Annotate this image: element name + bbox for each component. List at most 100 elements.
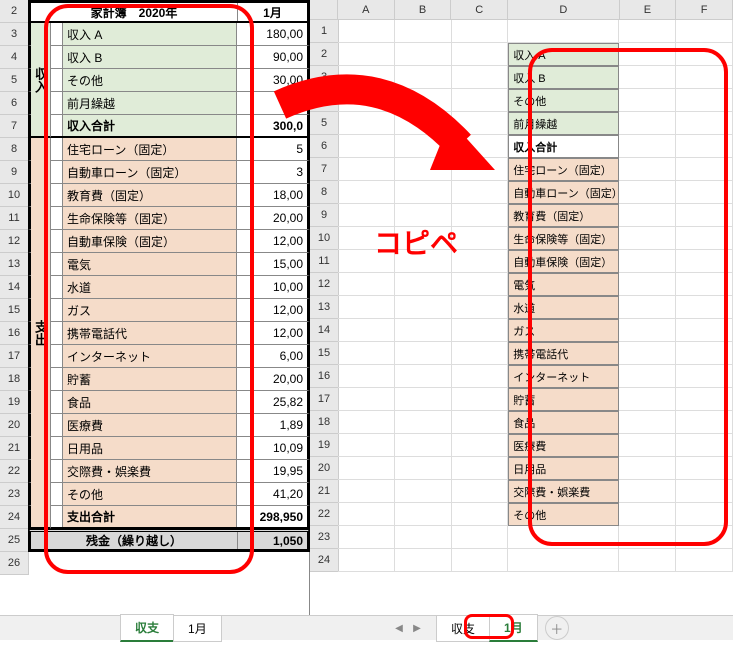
grid-cell[interactable] — [676, 480, 733, 503]
grid-cell[interactable] — [395, 135, 452, 158]
grid-cell[interactable] — [338, 342, 395, 365]
row-header[interactable]: 23 — [0, 483, 28, 506]
grid-cell[interactable] — [338, 319, 395, 342]
grid-cell[interactable] — [452, 296, 509, 319]
grid-cell[interactable] — [452, 20, 509, 43]
income-sum-value[interactable]: 300,0 — [237, 115, 307, 136]
grid-cell[interactable] — [676, 227, 733, 250]
grid-cell[interactable] — [508, 526, 619, 549]
row-header[interactable]: 11 — [310, 250, 338, 273]
row-header[interactable]: 16 — [310, 365, 338, 388]
grid-cell[interactable] — [395, 457, 452, 480]
grid-cell[interactable] — [619, 365, 676, 388]
grid-cell[interactable]: 自動車ローン（固定） — [508, 181, 619, 204]
expense-item-cell[interactable]: 自動車保険（固定） — [63, 230, 237, 252]
grid-cell[interactable]: その他 — [508, 503, 619, 526]
grid-cell[interactable] — [676, 319, 733, 342]
grid-cell[interactable] — [452, 480, 509, 503]
row-header[interactable]: 15 — [0, 299, 28, 322]
row-header[interactable]: 8 — [310, 181, 338, 204]
row-header[interactable]: 14 — [310, 319, 338, 342]
expense-value-cell[interactable]: 10,09 — [237, 437, 307, 459]
col-header[interactable]: A — [338, 0, 395, 19]
grid-cell[interactable] — [452, 89, 509, 112]
grid-cell[interactable] — [395, 66, 452, 89]
grid-cell[interactable] — [452, 549, 509, 572]
grid-cell[interactable] — [676, 388, 733, 411]
select-all-corner[interactable] — [310, 0, 338, 20]
grid-cell[interactable] — [676, 250, 733, 273]
grid-cell[interactable] — [676, 434, 733, 457]
expense-item-cell[interactable]: 貯蓄 — [63, 368, 237, 390]
row-header[interactable]: 9 — [310, 204, 338, 227]
grid-cell[interactable] — [619, 158, 676, 181]
grid-cell[interactable] — [619, 273, 676, 296]
expense-item-cell[interactable]: 水道 — [63, 276, 237, 298]
grid-cell[interactable] — [676, 503, 733, 526]
grid-cell[interactable] — [676, 158, 733, 181]
grid-cell[interactable] — [676, 135, 733, 158]
grid-cell[interactable] — [338, 526, 395, 549]
grid-cell[interactable] — [508, 549, 619, 572]
grid-cell[interactable]: 収入 A — [508, 43, 619, 66]
row-header[interactable]: 10 — [0, 184, 28, 207]
grid-cell[interactable] — [619, 434, 676, 457]
expense-item-cell[interactable]: 食品 — [63, 391, 237, 413]
grid-cell[interactable]: 生命保険等（固定） — [508, 227, 619, 250]
grid-cell[interactable] — [676, 273, 733, 296]
expense-value-cell[interactable]: 20,00 — [237, 368, 307, 390]
grid-cell[interactable] — [395, 365, 452, 388]
add-sheet-icon[interactable]: ＋ — [545, 616, 569, 640]
grid-cell[interactable]: 電気 — [508, 273, 619, 296]
row-header[interactable]: 10 — [310, 227, 338, 250]
grid-cell[interactable] — [338, 112, 395, 135]
grid-cell[interactable] — [338, 434, 395, 457]
grid-cell[interactable]: 収入 B — [508, 66, 619, 89]
grid-cell[interactable] — [619, 43, 676, 66]
expense-value-cell[interactable]: 12,00 — [237, 230, 307, 252]
expense-value-cell[interactable]: 18,00 — [237, 184, 307, 206]
grid-cell[interactable] — [619, 204, 676, 227]
grid-cell[interactable] — [338, 457, 395, 480]
row-header[interactable]: 18 — [310, 411, 338, 434]
row-header[interactable]: 26 — [0, 552, 28, 575]
expense-item-cell[interactable]: 医療費 — [63, 414, 237, 436]
grid-cell[interactable] — [619, 319, 676, 342]
row-header[interactable]: 20 — [0, 414, 28, 437]
grid-cell[interactable] — [395, 411, 452, 434]
grid-cell[interactable] — [452, 250, 509, 273]
expense-item-cell[interactable]: 生命保険等（固定） — [63, 207, 237, 229]
grid-cell[interactable]: 住宅ローン（固定） — [508, 158, 619, 181]
row-header[interactable]: 20 — [310, 457, 338, 480]
grid-cell[interactable] — [452, 457, 509, 480]
expense-item-cell[interactable]: その他 — [63, 483, 237, 505]
grid-cell[interactable] — [619, 388, 676, 411]
grid-cell[interactable] — [619, 411, 676, 434]
row-header[interactable]: 5 — [310, 112, 338, 135]
grid-cell[interactable] — [452, 158, 509, 181]
grid-cell[interactable] — [619, 66, 676, 89]
row-header[interactable]: 16 — [0, 322, 28, 345]
income-value-cell[interactable]: 30,00 — [237, 69, 307, 91]
tab-1gatsu-right[interactable]: 1月 — [489, 614, 538, 642]
row-header[interactable]: 4 — [310, 89, 338, 112]
grid-cell[interactable] — [676, 20, 733, 43]
row-header[interactable]: 9 — [0, 161, 28, 184]
grid-cell[interactable] — [395, 89, 452, 112]
grid-cell[interactable] — [452, 503, 509, 526]
expense-value-cell[interactable]: 3 — [237, 161, 307, 183]
row-header[interactable]: 25 — [0, 529, 28, 552]
tab-1gatsu-left[interactable]: 1月 — [173, 615, 222, 642]
grid-cell[interactable] — [395, 158, 452, 181]
row-header[interactable]: 2 — [0, 0, 28, 23]
grid-cell[interactable] — [452, 181, 509, 204]
grid-cell[interactable]: ガス — [508, 319, 619, 342]
grid-cell[interactable] — [676, 526, 733, 549]
row-header[interactable]: 7 — [0, 115, 28, 138]
grid-cell[interactable] — [619, 181, 676, 204]
expense-category-label[interactable]: 支出 — [31, 138, 51, 529]
row-header[interactable]: 2 — [310, 43, 338, 66]
grid-cell[interactable] — [395, 503, 452, 526]
grid-cell[interactable] — [619, 135, 676, 158]
row-header[interactable]: 14 — [0, 276, 28, 299]
